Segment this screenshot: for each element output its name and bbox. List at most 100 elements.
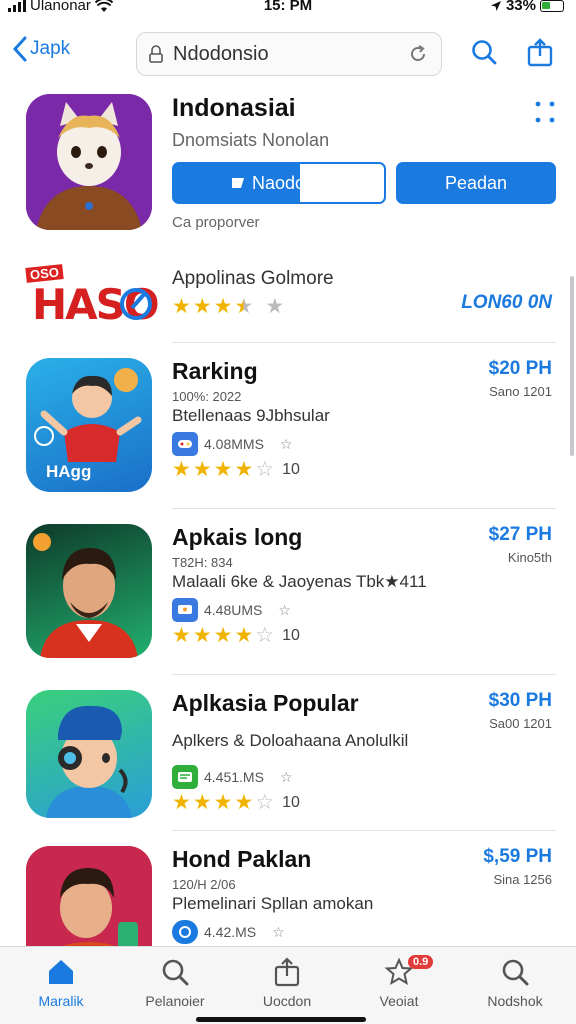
- search-icon[interactable]: [470, 38, 498, 66]
- star-icon: ★: [213, 295, 233, 318]
- star-icon: ★: [265, 295, 285, 318]
- chat-icon: [172, 598, 198, 622]
- share-icon: [274, 957, 300, 987]
- star-outline-icon: ☆: [279, 435, 293, 452]
- buy-button-label: Peadan: [444, 172, 508, 193]
- chevron-left-icon: [12, 36, 27, 62]
- tab-updates[interactable]: Uocdon: [232, 957, 342, 1009]
- tab-home[interactable]: Maralik: [6, 957, 116, 1009]
- home-indicator: [196, 1017, 366, 1022]
- app-rating: ★ ★ ★ ★ ☆ 10: [172, 791, 300, 814]
- bookmark-icon: [231, 178, 244, 188]
- open-button[interactable]: Naodosai: [172, 162, 386, 204]
- app-name: Apkais long: [172, 524, 303, 550]
- featured-app: Indonasiai Dnomsiats Nonolan Naodosai Pe…: [26, 94, 556, 234]
- star-outline-icon: ☆: [278, 601, 291, 618]
- banner-logo: OSO HASO: [25, 264, 160, 330]
- tab-search[interactable]: Pelanoier: [120, 957, 230, 1009]
- divider: [172, 674, 556, 675]
- nav-header: Japk Ndodonsio: [0, 30, 576, 76]
- app-price[interactable]: $20 PH: [489, 358, 552, 380]
- app-icon: [26, 524, 152, 658]
- rating-count: 10: [282, 793, 300, 811]
- app-meta: 120/H 2/06: [172, 877, 236, 892]
- rating-count: 10: [282, 460, 300, 478]
- star-outline-icon: ☆: [272, 923, 285, 940]
- app-meta: 100%: 2022: [172, 389, 242, 404]
- target-icon: [120, 288, 152, 320]
- tab-explore[interactable]: Nodshok: [460, 957, 570, 1009]
- list-item[interactable]: HAgg Rarking 100%: 2022 Btellenaas 9Jbhs…: [26, 358, 556, 498]
- list-item[interactable]: Apkais long T82H: 834 Malaali 6ke & Jaoy…: [26, 524, 556, 664]
- app-price[interactable]: $30 PH: [489, 690, 552, 712]
- tab-favorites[interactable]: 0.9 Veoiat: [344, 955, 454, 1009]
- banner-name: Appolinas Golmore: [172, 268, 334, 289]
- man-avatar-icon: [26, 846, 152, 946]
- back-button[interactable]: Japk: [12, 36, 70, 62]
- reload-icon[interactable]: [407, 43, 429, 65]
- divider: [172, 830, 556, 831]
- app-rating: ★ ★ ★ ★ ☆ 10: [172, 624, 300, 647]
- tab-bar: Maralik Pelanoier Uocdon 0.9 Veoiat Nods…: [0, 946, 576, 1024]
- message-icon: [172, 765, 198, 789]
- search-value: Ndodonsio: [173, 42, 269, 65]
- buy-button[interactable]: Peadan: [396, 162, 556, 204]
- tab-label: Uocdon: [262, 993, 312, 1009]
- open-button-label: Naodosai: [251, 172, 329, 193]
- location-icon: [490, 0, 501, 11]
- search-icon: [502, 959, 529, 986]
- camera-kid-icon: [46, 705, 132, 818]
- app-size: 4.42.MS: [204, 924, 257, 940]
- battery-percent: 33%: [505, 0, 536, 14]
- app-meta: T82H: 834: [172, 555, 233, 570]
- app-price-sub: Sano 1201: [489, 384, 552, 399]
- battery-icon: [540, 0, 564, 12]
- more-icon[interactable]: [534, 98, 556, 126]
- featured-caption: Ca proporver: [172, 214, 260, 231]
- app-desc: Btellenaas 9Jbhsular: [172, 406, 330, 425]
- status-bar: Ulanonar 15: PM 33%: [0, 0, 576, 18]
- app-icon: [26, 690, 152, 818]
- app-name: Aplkasia Popular: [172, 690, 359, 716]
- share-icon[interactable]: [526, 38, 554, 68]
- app-desc: Malaali 6ke & Jaoyenas Tbk★411: [172, 572, 427, 591]
- list-item[interactable]: Hond Paklan 120/H 2/06 Plemelinari Splla…: [26, 846, 556, 946]
- app-price-sub: Sina 1256: [493, 872, 552, 887]
- star-half-icon: ★: [234, 295, 254, 318]
- search-icon: [162, 959, 189, 986]
- app-rating: ★ ★ ★ ★ ☆ 10: [172, 458, 300, 481]
- divider: [172, 342, 556, 343]
- banner-action[interactable]: LON60 0N: [461, 292, 552, 314]
- app-price[interactable]: $27 PH: [489, 524, 552, 546]
- app-desc: Aplkers & Doloahaana Anolulkil: [172, 731, 409, 750]
- tab-label: Pelanoier: [145, 993, 205, 1009]
- app-price-sub: Kino5th: [507, 550, 552, 565]
- divider: [172, 508, 556, 509]
- back-label: Japk: [30, 38, 71, 59]
- banner-rating: ★ ★ ★ ★ ★: [172, 296, 462, 317]
- star-icon: ★: [172, 295, 191, 318]
- featured-app-icon[interactable]: [26, 94, 152, 230]
- tab-label: Nodshok: [487, 993, 543, 1009]
- app-size: 4.08MMS: [204, 436, 264, 452]
- app-icon-label: HAgg: [46, 462, 92, 481]
- target-icon: [172, 920, 198, 944]
- home-icon: [49, 960, 73, 984]
- rating-count: 10: [282, 626, 300, 644]
- search-input[interactable]: Ndodonsio: [136, 32, 442, 76]
- app-price[interactable]: $,59 PH: [483, 846, 552, 868]
- app-icon: HAgg: [26, 358, 152, 492]
- app-name: Hond Paklan: [172, 846, 312, 872]
- banner-row[interactable]: OSO HASO Appolinas Golmore ★ ★ ★ ★ ★ LON60 0…: [25, 262, 556, 332]
- star-icon: ★: [192, 295, 212, 318]
- app-icon: [26, 846, 152, 946]
- app-size: 4.451.MS: [204, 769, 264, 785]
- scrollbar[interactable]: [570, 276, 574, 456]
- app-price-sub: Sa00 1201: [489, 716, 552, 731]
- tab-label: Veoiat: [379, 993, 419, 1009]
- featured-title: Indonasiai: [172, 94, 296, 122]
- list-item[interactable]: Aplkasia Popular Aplkers & Doloahaana An…: [26, 690, 556, 830]
- featured-subtitle: Dnomsiats Nonolan: [172, 130, 330, 150]
- tab-label: Maralik: [38, 993, 84, 1009]
- app-size: 4.48UMS: [204, 602, 263, 618]
